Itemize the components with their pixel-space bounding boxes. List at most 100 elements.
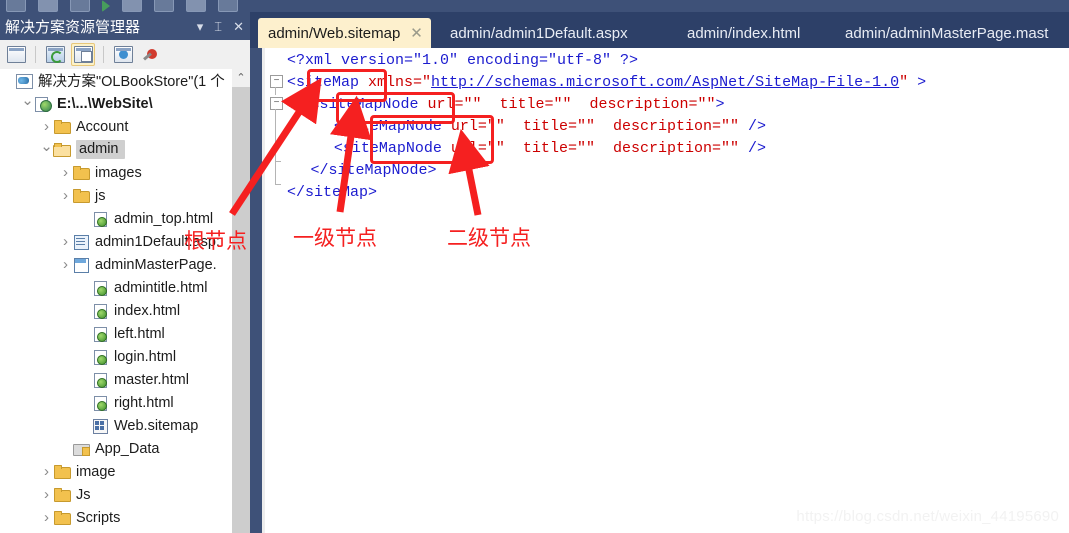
outline-collapse-box-sitemap[interactable]: − <box>270 75 283 88</box>
code-token: /> <box>738 118 766 135</box>
chevron-closed-icon[interactable] <box>59 188 72 203</box>
chevron-closed-icon[interactable] <box>59 234 72 249</box>
html-icon <box>91 372 109 388</box>
tree-item-account[interactable]: Account <box>0 115 232 138</box>
outline-line-1 <box>275 87 276 95</box>
code-line-3[interactable]: <siteMapNode url="" title="" description… <box>310 94 724 116</box>
solution-config-icon[interactable] <box>122 0 142 12</box>
code-editor[interactable]: − − <?xml version="1.0" encoding="utf-8"… <box>265 48 1069 533</box>
tree-item-styles[interactable]: Styles <box>0 529 232 533</box>
tree-item-left.html[interactable]: left.html <box>0 322 232 345</box>
tree-item-admin1default.asp[interactable]: admin1Default.asp: <box>0 230 232 253</box>
code-token: /> <box>738 140 766 157</box>
code-line-7[interactable]: </siteMap> <box>287 182 377 204</box>
tree-item-scripts[interactable]: Scripts <box>0 506 232 529</box>
solution-tree[interactable]: 解决方案"OLBookStore"(1 个 E:\...\WebSite\ Acco… <box>0 69 232 533</box>
chevron-closed-icon[interactable] <box>40 487 53 502</box>
tab-admin-admin1default-aspx[interactable]: admin/admin1Default.aspx <box>450 18 628 48</box>
scroll-up-icon[interactable]: ⌃ <box>232 69 250 86</box>
tree-item-label: left.html <box>114 325 165 342</box>
code-token: <?xml version="1.0" encoding="utf-8" ?> <box>287 52 639 69</box>
chevron-closed-icon[interactable] <box>40 510 53 525</box>
folder-icon <box>72 165 90 180</box>
chevron-closed-icon[interactable] <box>59 165 72 180</box>
code-token: <siteMapNode <box>310 96 428 113</box>
code-token: http://schemas.microsoft.com/AspNet/Site… <box>431 74 900 91</box>
panel-header-buttons: ▾ ⌶ ✕ <box>197 12 244 40</box>
tab-close-icon[interactable]: ✕ <box>410 24 423 42</box>
tree-item-js[interactable]: js <box>0 184 232 207</box>
refresh-icon[interactable] <box>44 44 66 65</box>
tree-item-index.html[interactable]: index.html <box>0 299 232 322</box>
panel-icon[interactable] <box>186 0 206 12</box>
outline-tick-2 <box>275 184 281 185</box>
tree-item-images[interactable]: images <box>0 161 232 184</box>
code-line-6[interactable]: </siteMapNode> <box>310 160 436 182</box>
tree-item-e...website[interactable]: E:\...\WebSite\ <box>0 92 232 115</box>
scrollbar-thumb[interactable] <box>232 87 250 533</box>
tree-item-app_data[interactable]: App_Data <box>0 437 232 460</box>
tree-item-image[interactable]: image <box>0 460 232 483</box>
code-line-4[interactable]: <siteMapNode url="" title="" description… <box>334 116 766 138</box>
solution-tree-scrollbar[interactable]: ⌃ <box>232 69 250 533</box>
folder-icon <box>53 119 71 134</box>
tree-item-master.html[interactable]: master.html <box>0 368 232 391</box>
chevron-open-icon[interactable] <box>21 96 34 111</box>
code-token: " <box>422 74 432 91</box>
tree-item-label: images <box>95 164 142 181</box>
code-line-5[interactable]: <siteMapNode url="" title="" description… <box>334 138 766 160</box>
tree-item-login.html[interactable]: login.html <box>0 345 232 368</box>
tree-item-js[interactable]: Js <box>0 483 232 506</box>
start-debug-icon[interactable] <box>102 0 110 12</box>
tab-label: admin/Web.sitemap <box>268 24 401 42</box>
code-line-2[interactable]: <siteMap xmlns="http://schemas.microsoft… <box>287 72 926 94</box>
toolbar-separator <box>35 46 36 63</box>
code-line-1[interactable]: <?xml version="1.0" encoding="utf-8" ?> <box>287 50 638 72</box>
solution-explorer-panel: 解决方案资源管理器 ▾ ⌶ ✕ 解决方案"OLBookStore"(1 个 E:\… <box>0 12 255 533</box>
tree-item-admin_top.html[interactable]: admin_top.html <box>0 207 232 230</box>
undo-icon[interactable] <box>70 0 90 12</box>
chevron-open-icon[interactable] <box>40 142 53 157</box>
aspnet-config-icon[interactable] <box>139 44 161 65</box>
tab-admin-web-sitemap[interactable]: admin/Web.sitemap ✕ <box>258 18 431 48</box>
tree-item-adminmasterpage.[interactable]: adminMasterPage. <box>0 253 232 276</box>
code-token: url="" title="" description="" <box>450 118 739 135</box>
panel-splitter[interactable] <box>250 12 262 533</box>
chevron-down-icon[interactable]: ▾ <box>197 20 204 33</box>
editor-outline-gutter[interactable]: − − <box>265 48 287 533</box>
tree-item-admin[interactable]: admin <box>0 138 232 161</box>
panel2-icon[interactable] <box>218 0 238 12</box>
editor-tab-bar: admin/Web.sitemap ✕ admin/admin1Default.as… <box>250 12 1069 48</box>
tree-item-web.sitemap[interactable]: Web.sitemap <box>0 414 232 437</box>
view-in-browser-icon[interactable] <box>112 44 134 65</box>
tab-admin-index-html[interactable]: admin/index.html <box>687 18 800 48</box>
tree-item-label: E:\...\WebSite\ <box>57 95 153 112</box>
folder-icon <box>53 487 71 502</box>
tab-admin-adminmasterpage-mast[interactable]: admin/adminMasterPage.mast <box>845 18 1048 48</box>
master-icon <box>72 257 90 273</box>
close-icon[interactable]: ✕ <box>233 20 244 33</box>
code-token: xmlns= <box>368 74 423 91</box>
tree-item-right.html[interactable]: right.html <box>0 391 232 414</box>
chevron-closed-icon[interactable] <box>59 257 72 272</box>
properties-icon[interactable] <box>5 44 27 65</box>
code-token: > <box>715 96 725 113</box>
tree-item-olbookstore1[interactable]: 解决方案"OLBookStore"(1 个 <box>0 69 232 92</box>
outline-collapse-box-node[interactable]: − <box>270 97 283 110</box>
tree-item-label: right.html <box>114 394 174 411</box>
save-icon[interactable] <box>6 0 26 12</box>
code-token: </siteMap> <box>287 184 378 201</box>
tree-item-admintitle.html[interactable]: admintitle.html <box>0 276 232 299</box>
chevron-closed-icon[interactable] <box>40 464 53 479</box>
show-all-files-icon[interactable] <box>71 43 95 66</box>
tab-label: admin/admin1Default.aspx <box>450 24 628 42</box>
find-icon[interactable] <box>154 0 174 12</box>
html-icon <box>91 303 109 319</box>
tree-item-label: admin <box>76 140 125 159</box>
save-all-icon[interactable] <box>38 0 58 12</box>
folderopen-icon <box>53 142 71 157</box>
code-token: " <box>899 74 909 91</box>
chevron-closed-icon[interactable] <box>40 119 53 134</box>
pin-icon[interactable]: ⌶ <box>214 20 222 33</box>
tree-item-label: Web.sitemap <box>114 417 199 434</box>
